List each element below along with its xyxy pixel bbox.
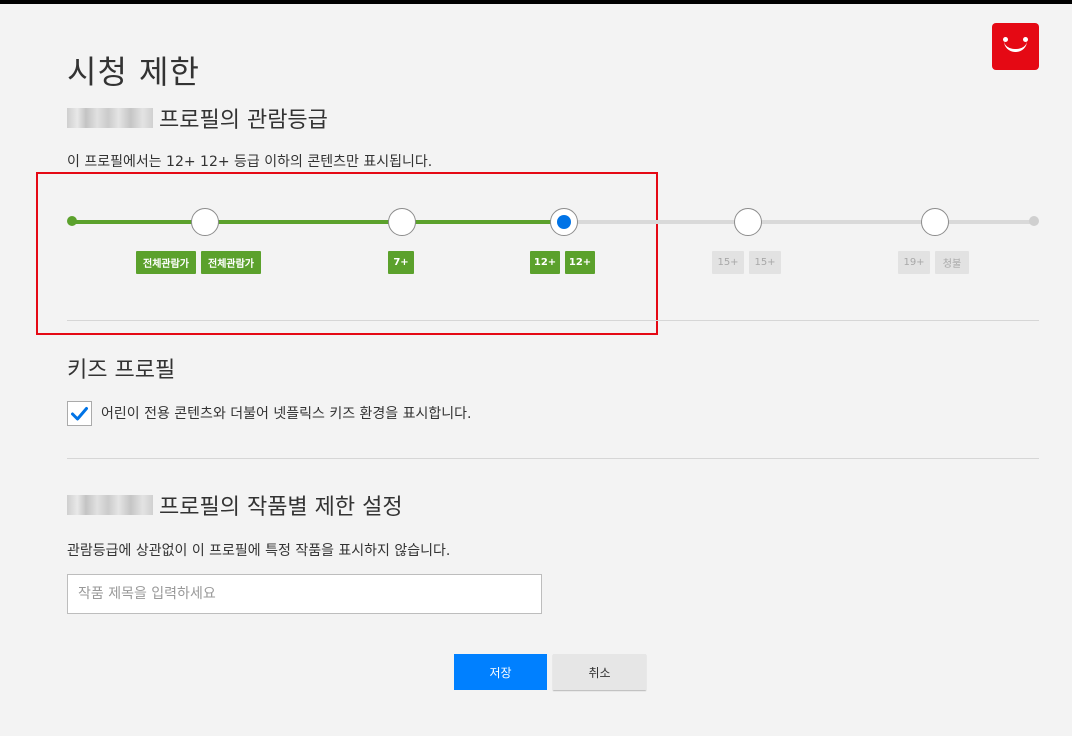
slider-end-point <box>1029 216 1039 226</box>
rating-badge: 12+ <box>530 251 560 274</box>
rating-badge: 15+ <box>712 251 744 274</box>
rating-badge: 7+ <box>388 251 414 274</box>
rating-badge: 19+ <box>898 251 930 274</box>
maturity-heading-text: 프로필의 관람등급 <box>159 108 328 133</box>
rating-badges-12: 12+ 12+ <box>530 251 595 274</box>
slider-start-point <box>67 216 77 226</box>
profile-avatar-icon[interactable] <box>992 23 1039 70</box>
rating-badges-19: 19+ 청불 <box>898 251 969 274</box>
slider-node-7[interactable] <box>388 208 416 236</box>
slider-node-19[interactable] <box>921 208 949 236</box>
maturity-heading: 프로필의 관람등급 <box>67 102 328 134</box>
slider-node-12[interactable] <box>550 208 578 236</box>
rating-badge: 전체관람가 <box>136 251 196 274</box>
checkmark-icon <box>71 407 88 421</box>
slider-track-fill <box>72 220 564 224</box>
rating-badges-7: 7+ <box>388 251 414 274</box>
rating-badge: 청불 <box>935 251 969 274</box>
save-button[interactable]: 저장 <box>454 654 547 690</box>
title-restrictions-description: 관람등급에 상관없이 이 프로필에 특정 작품을 표시하지 않습니다. <box>67 543 451 559</box>
rating-badge: 15+ <box>749 251 781 274</box>
kids-checkbox-label[interactable]: 어린이 전용 콘텐츠와 더불어 넷플릭스 키즈 환경을 표시합니다. <box>101 403 471 423</box>
slider-node-15[interactable] <box>734 208 762 236</box>
section-divider <box>67 320 1039 321</box>
selected-indicator <box>557 215 571 229</box>
section-divider <box>67 458 1039 459</box>
top-bar <box>0 0 1072 4</box>
redacted-profile-name <box>67 495 153 515</box>
slider-node-all-ages[interactable] <box>191 208 219 236</box>
avatar-smile <box>1004 41 1027 52</box>
cancel-button[interactable]: 취소 <box>553 654 646 690</box>
rating-badges-15: 15+ 15+ <box>712 251 781 274</box>
title-restrictions-heading-text: 프로필의 작품별 제한 설정 <box>159 495 403 520</box>
kids-checkbox[interactable] <box>67 401 92 426</box>
page-title: 시청 제한 <box>67 53 200 92</box>
title-search-input[interactable] <box>67 574 542 614</box>
rating-badge: 전체관람가 <box>201 251 261 274</box>
redacted-profile-name <box>67 108 153 128</box>
kids-heading: 키즈 프로필 <box>67 358 176 383</box>
rating-badges-all-ages: 전체관람가 전체관람가 <box>136 251 261 274</box>
rating-badge: 12+ <box>565 251 595 274</box>
maturity-description: 이 프로필에서는 12+ 12+ 등급 이하의 콘텐츠만 표시됩니다. <box>67 154 433 170</box>
title-restrictions-heading: 프로필의 작품별 제한 설정 <box>67 489 403 521</box>
